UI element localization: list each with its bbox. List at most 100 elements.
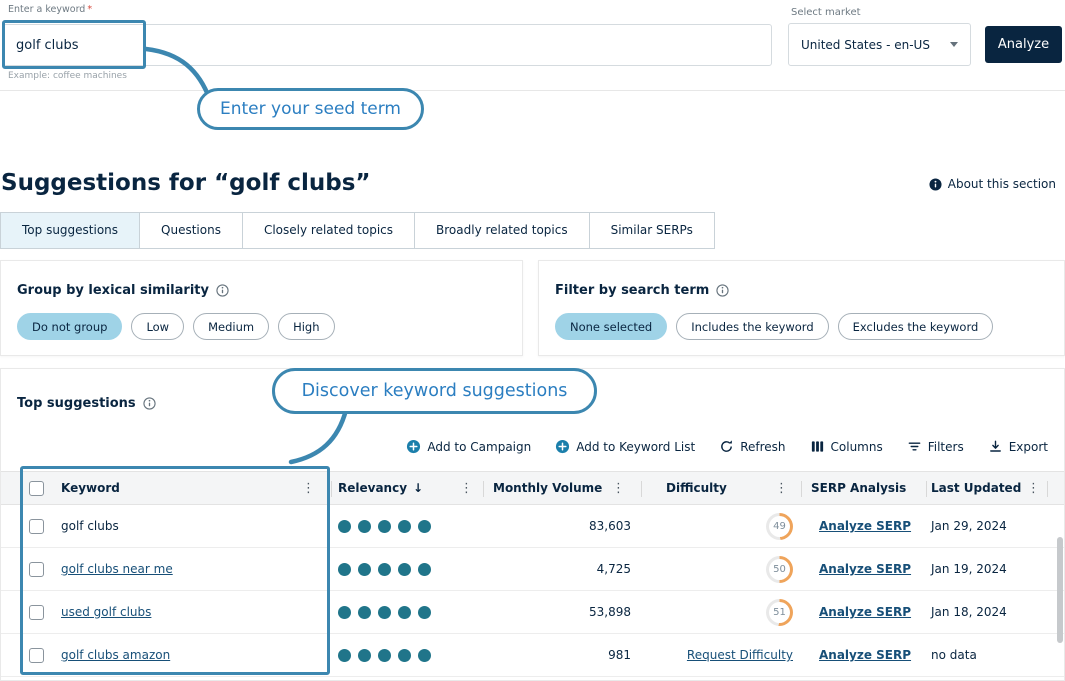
column-menu-icon[interactable] (1027, 481, 1040, 496)
difficulty-gauge[interactable]: 50 (766, 556, 793, 583)
info-icon[interactable] (143, 397, 156, 410)
tab-closely-related-topics[interactable]: Closely related topics (242, 212, 415, 249)
suggestions-table-card: Top suggestions Add to Campaign Add to K… (0, 368, 1065, 681)
about-this-section-link[interactable]: About this section (929, 177, 1056, 191)
page-title: Suggestions for “golf clubs” (1, 170, 371, 196)
columns-button[interactable]: Columns (810, 439, 883, 454)
pill-none-selected[interactable]: None selected (555, 313, 667, 340)
analyze-serp-link[interactable]: Analyze SERP (819, 648, 911, 662)
difficulty-gauge[interactable]: 51 (766, 599, 793, 626)
column-header-monthly-volume[interactable]: Monthly Volume (493, 481, 602, 495)
vertical-scrollbar[interactable] (1057, 537, 1063, 643)
column-header-last-updated[interactable]: Last Updated (931, 481, 1021, 495)
difficulty-gauge[interactable]: 49 (766, 513, 793, 540)
analyze-serp-link[interactable]: Analyze SERP (819, 605, 911, 619)
monthly-volume-cell: 53,898 (589, 605, 631, 619)
column-menu-icon[interactable] (460, 481, 473, 496)
table-row: golf clubs amazon 981 Request Difficulty… (1, 634, 1065, 677)
required-asterisk: * (87, 4, 92, 15)
export-button[interactable]: Export (988, 439, 1048, 454)
chevron-down-icon (950, 42, 958, 47)
refresh-icon (719, 439, 734, 454)
columns-icon (810, 439, 825, 454)
group-by-panel: Group by lexical similarity Do not group… (0, 260, 523, 356)
table-toolbar: Add to Campaign Add to Keyword List Refr… (406, 439, 1048, 454)
refresh-button[interactable]: Refresh (719, 439, 785, 454)
last-updated-cell: Jan 29, 2024 (931, 519, 1007, 533)
last-updated-cell: no data (931, 648, 977, 662)
filters-button[interactable]: Filters (907, 439, 964, 454)
keyword-input[interactable] (3, 24, 772, 66)
info-filled-icon (929, 178, 942, 191)
tab-broadly-related-topics[interactable]: Broadly related topics (414, 212, 590, 249)
table-row: used golf clubs 53,898 51 Analyze SERP J… (1, 591, 1065, 634)
keyword-research-page: Enter a keyword* Example: coffee machine… (0, 0, 1065, 681)
tab-questions[interactable]: Questions (139, 212, 243, 249)
column-menu-icon[interactable] (612, 481, 625, 496)
column-separator (483, 481, 484, 497)
tab-top-suggestions[interactable]: Top suggestions (0, 212, 140, 249)
keyword-link[interactable]: used golf clubs (61, 605, 151, 619)
row-checkbox[interactable] (29, 519, 44, 534)
column-header-difficulty[interactable]: Difficulty (666, 481, 727, 495)
monthly-volume-cell: 981 (608, 648, 631, 662)
filter-funnel-icon (907, 439, 922, 454)
column-separator (926, 481, 927, 497)
pill-do-not-group[interactable]: Do not group (17, 313, 122, 340)
add-to-campaign-button[interactable]: Add to Campaign (406, 439, 531, 454)
market-dropdown[interactable]: United States - en-US (788, 23, 971, 66)
add-to-keyword-list-button[interactable]: Add to Keyword List (555, 439, 695, 454)
table-row: golf clubs near me 4,725 50 Analyze SERP… (1, 548, 1065, 591)
seed-term-callout: Enter your seed term (197, 88, 424, 130)
discover-suggestions-callout: Discover keyword suggestions (272, 368, 597, 414)
search-header: Enter a keyword* Example: coffee machine… (0, 0, 1065, 91)
analyze-button[interactable]: Analyze (985, 26, 1062, 63)
keyword-cell: golf clubs (61, 519, 119, 533)
market-label: Select market (791, 7, 861, 18)
column-separator (801, 481, 802, 497)
column-header-serp-analysis[interactable]: SERP Analysis (811, 481, 906, 495)
column-menu-icon[interactable] (302, 481, 315, 496)
table-title: Top suggestions (17, 396, 156, 411)
select-all-checkbox[interactable] (29, 481, 44, 496)
pill-high[interactable]: High (278, 313, 334, 340)
row-checkbox[interactable] (29, 605, 44, 620)
analyze-serp-link[interactable]: Analyze SERP (819, 519, 911, 533)
column-menu-icon[interactable] (775, 481, 788, 496)
monthly-volume-cell: 83,603 (589, 519, 631, 533)
info-icon[interactable] (716, 284, 729, 297)
row-checkbox[interactable] (29, 648, 44, 663)
relevancy-dots (338, 520, 438, 533)
filter-title: Filter by search term (555, 283, 729, 298)
relevancy-dots (338, 606, 438, 619)
filter-panel: Filter by search term None selected Incl… (538, 260, 1065, 356)
pill-low[interactable]: Low (131, 313, 184, 340)
download-icon (988, 439, 1003, 454)
pill-includes-keyword[interactable]: Includes the keyword (676, 313, 828, 340)
sort-descending-icon[interactable] (413, 481, 423, 495)
column-header-keyword[interactable]: Keyword (61, 481, 120, 495)
table-header-row: Keyword Relevancy Monthly Volume Diffic (1, 471, 1065, 505)
request-difficulty-link[interactable]: Request Difficulty (687, 648, 793, 662)
relevancy-dots (338, 649, 438, 662)
tab-similar-serps[interactable]: Similar SERPs (589, 212, 715, 249)
row-checkbox[interactable] (29, 562, 44, 577)
pill-medium[interactable]: Medium (193, 313, 269, 340)
pill-excludes-keyword[interactable]: Excludes the keyword (838, 313, 994, 340)
plus-circle-icon (406, 439, 421, 454)
filter-options: None selected Includes the keyword Exclu… (555, 313, 993, 340)
relevancy-dots (338, 563, 438, 576)
about-this-section-label: About this section (948, 177, 1056, 191)
keyword-example-hint: Example: coffee machines (8, 71, 127, 81)
analyze-serp-link[interactable]: Analyze SERP (819, 562, 911, 576)
suggestion-tabs: Top suggestions Questions Closely relate… (0, 212, 715, 249)
info-icon[interactable] (216, 284, 229, 297)
last-updated-cell: Jan 19, 2024 (931, 562, 1007, 576)
plus-circle-icon (555, 439, 570, 454)
keyword-link[interactable]: golf clubs near me (61, 562, 173, 576)
keyword-link[interactable]: golf clubs amazon (61, 648, 170, 662)
column-header-relevancy[interactable]: Relevancy (338, 481, 407, 495)
column-separator (1047, 481, 1048, 497)
group-by-title: Group by lexical similarity (17, 283, 229, 298)
last-updated-cell: Jan 18, 2024 (931, 605, 1007, 619)
